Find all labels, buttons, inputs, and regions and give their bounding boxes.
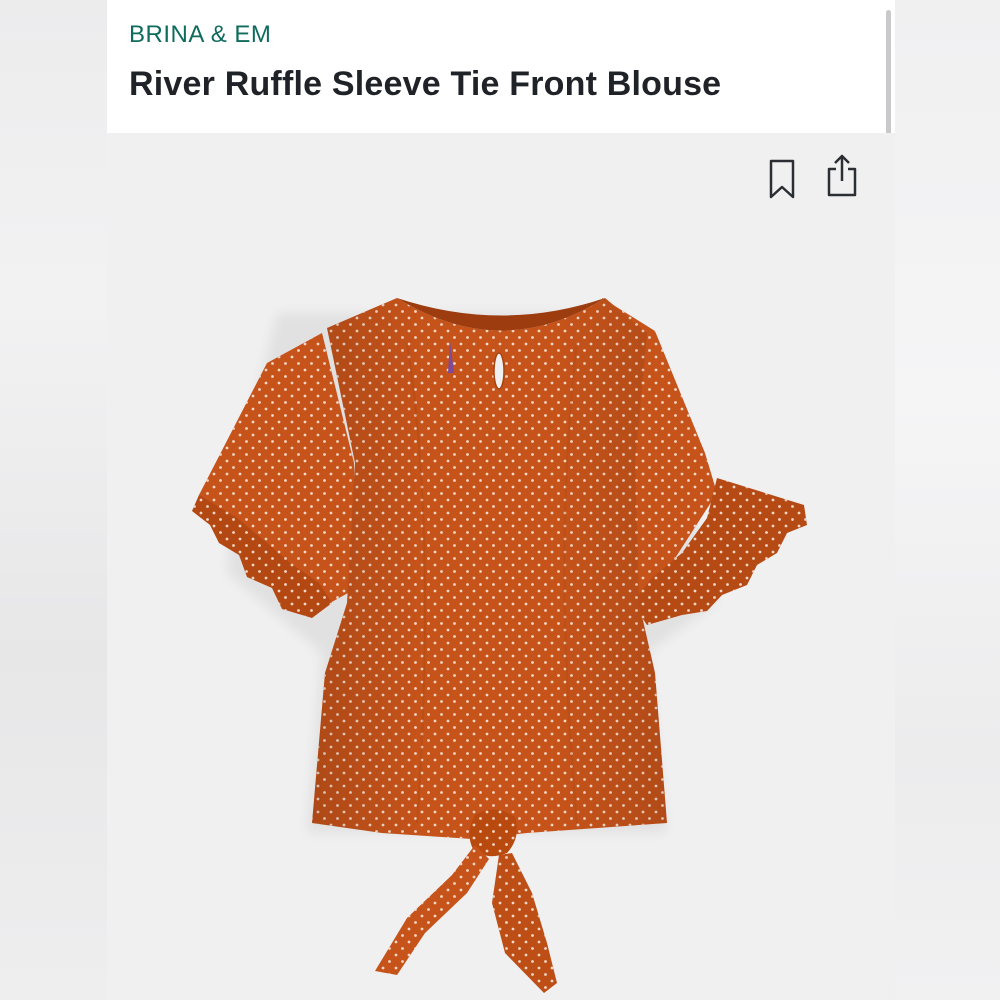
background-blur-left bbox=[0, 0, 107, 1000]
background-blur-right bbox=[895, 0, 1000, 1000]
product-image-area bbox=[107, 133, 895, 1000]
product-detail-screen: BRINA & EM River Ruffle Sleeve Tie Front… bbox=[107, 0, 895, 1000]
product-title: River Ruffle Sleeve Tie Front Blouse bbox=[129, 65, 722, 103]
product-header: BRINA & EM River Ruffle Sleeve Tie Front… bbox=[107, 0, 895, 388]
blouse-image bbox=[192, 298, 807, 993]
brand-name[interactable]: BRINA & EM bbox=[129, 21, 271, 49]
